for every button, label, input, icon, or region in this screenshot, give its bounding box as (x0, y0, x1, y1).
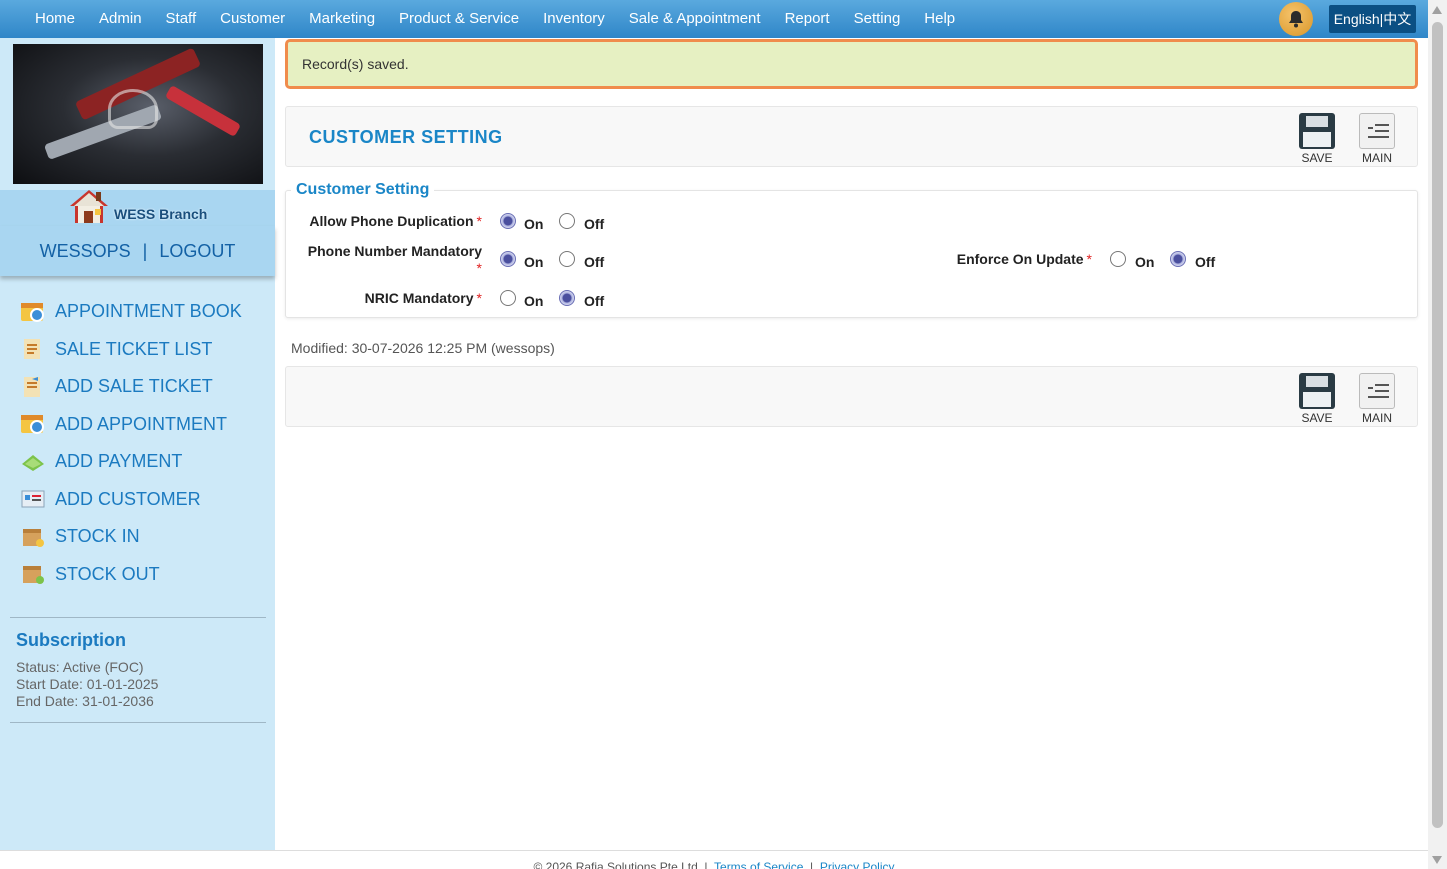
subscription-end-date: End Date: 31-01-2036 (16, 693, 154, 709)
nav-inventory[interactable]: Inventory (531, 0, 617, 38)
menu-stock-in[interactable]: STOCK IN (0, 518, 275, 556)
notification-bell-icon[interactable] (1279, 2, 1313, 36)
allow-phone-duplication-label: Allow Phone Duplication * (309, 213, 482, 229)
nric-mandatory-off-radio[interactable] (559, 290, 575, 306)
save-button-top[interactable]: SAVE (1297, 113, 1337, 165)
footer-copyright: © 2026 Rafia Solutions Pte Ltd (533, 860, 698, 869)
phone-number-mandatory-off-radio[interactable] (559, 251, 575, 267)
enforce-on-update-on-radio[interactable] (1110, 251, 1126, 267)
bottom-toolbar-panel: SAVE MAIN (285, 366, 1418, 427)
menu-add-appointment[interactable]: ADD APPOINTMENT (0, 406, 275, 444)
sidebar: WESS Branch WESSOPS | LOGOUT APPOINTMENT… (0, 38, 275, 850)
phone-number-mandatory-on-label[interactable]: On (524, 254, 543, 270)
nric-mandatory-off-label[interactable]: Off (584, 293, 604, 309)
allow-phone-duplication-off-radio[interactable] (559, 213, 575, 229)
scroll-down-icon[interactable] (1432, 856, 1442, 864)
terms-of-service-link[interactable]: Terms of Service (714, 860, 803, 869)
nav-help[interactable]: Help (912, 0, 967, 38)
ticket-list-icon (20, 337, 46, 361)
phone-number-mandatory-off-label[interactable]: Off (584, 254, 604, 270)
page-header-panel: CUSTOMER SETTING SAVE MAIN (285, 106, 1418, 167)
menu-sale-ticket-list[interactable]: SALE TICKET LIST (0, 331, 275, 369)
house-icon (68, 188, 110, 226)
main-button-bottom[interactable]: MAIN (1357, 373, 1397, 425)
footer: © 2026 Rafia Solutions Pte Ltd | Terms o… (0, 858, 1428, 869)
modified-info: Modified: 30-07-2026 12:25 PM (wessops) (291, 340, 555, 356)
nav-staff[interactable]: Staff (154, 0, 209, 38)
customer-card-icon (20, 487, 46, 511)
nric-mandatory-on-radio[interactable] (500, 290, 516, 306)
language-switch[interactable]: English|中文 (1329, 5, 1416, 33)
menu-list-icon (1359, 373, 1395, 409)
nav-customer[interactable]: Customer (208, 0, 297, 38)
quick-menu: APPOINTMENT BOOK SALE TICKET LIST ADD SA… (0, 293, 275, 593)
box-in-icon (20, 525, 46, 549)
phone-number-mandatory-label: Phone Number Mandatory * (307, 243, 482, 276)
enforce-on-update-off-radio[interactable] (1170, 251, 1186, 267)
subscription-divider-top (10, 617, 266, 618)
logout-link[interactable]: LOGOUT (159, 241, 235, 262)
ticket-add-icon (20, 375, 46, 399)
username-link[interactable]: WESSOPS (40, 241, 131, 262)
enforce-on-update-on-label[interactable]: On (1135, 254, 1154, 270)
calendar-add-icon (20, 412, 46, 436)
subscription-start-date: Start Date: 01-01-2025 (16, 676, 159, 692)
menu-add-payment[interactable]: ADD PAYMENT (0, 443, 275, 481)
user-separator: | (142, 240, 148, 261)
page-scrollbar[interactable] (1428, 0, 1447, 869)
footer-divider (0, 850, 1428, 851)
page-title: CUSTOMER SETTING (309, 127, 503, 147)
nav-marketing[interactable]: Marketing (297, 0, 387, 38)
calendar-icon (20, 300, 46, 324)
scroll-thumb[interactable] (1432, 22, 1443, 828)
nav-sale-appointment[interactable]: Sale & Appointment (617, 0, 773, 38)
main-button-top[interactable]: MAIN (1357, 113, 1397, 165)
menu-appointment-book[interactable]: APPOINTMENT BOOK (0, 293, 275, 331)
menu-add-customer[interactable]: ADD CUSTOMER (0, 481, 275, 519)
alert-message: Record(s) saved. (302, 56, 409, 72)
top-nav: Home Admin Staff Customer Marketing Prod… (0, 0, 1428, 38)
nric-mandatory-on-label[interactable]: On (524, 293, 543, 309)
box-out-icon (20, 562, 46, 586)
nav-admin[interactable]: Admin (87, 0, 154, 38)
fieldset-legend: Customer Setting (291, 181, 435, 199)
scroll-up-icon[interactable] (1432, 6, 1442, 14)
user-bar: WESSOPS | LOGOUT (0, 226, 275, 276)
floppy-disk-icon (1299, 373, 1335, 409)
menu-add-sale-ticket[interactable]: ADD SALE TICKET (0, 368, 275, 406)
allow-phone-duplication-on-radio[interactable] (500, 213, 516, 229)
subscription-divider-bottom (10, 722, 266, 723)
branch-name: WESS Branch (114, 206, 208, 222)
enforce-on-update-label: Enforce On Update * (956, 251, 1092, 267)
nav-setting[interactable]: Setting (842, 0, 913, 38)
enforce-on-update-off-label[interactable]: Off (1195, 254, 1215, 270)
subscription-status: Status: Active (FOC) (16, 659, 144, 675)
save-button-bottom[interactable]: SAVE (1297, 373, 1337, 425)
subscription-title: Subscription (16, 630, 127, 650)
allow-phone-duplication-off-label[interactable]: Off (584, 216, 604, 232)
allow-phone-duplication-on-label[interactable]: On (524, 216, 543, 232)
nav-home[interactable]: Home (0, 0, 87, 38)
branch-banner-image (13, 44, 263, 184)
menu-list-icon (1359, 113, 1395, 149)
nric-mandatory-label: NRIC Mandatory * (364, 290, 482, 306)
floppy-disk-icon (1299, 113, 1335, 149)
save-success-alert: Record(s) saved. (285, 39, 1418, 89)
nav-report[interactable]: Report (773, 0, 842, 38)
menu-stock-out[interactable]: STOCK OUT (0, 556, 275, 594)
privacy-policy-link[interactable]: Privacy Policy (820, 860, 895, 869)
nav-product-service[interactable]: Product & Service (387, 0, 531, 38)
payment-icon (20, 450, 46, 474)
phone-number-mandatory-on-radio[interactable] (500, 251, 516, 267)
